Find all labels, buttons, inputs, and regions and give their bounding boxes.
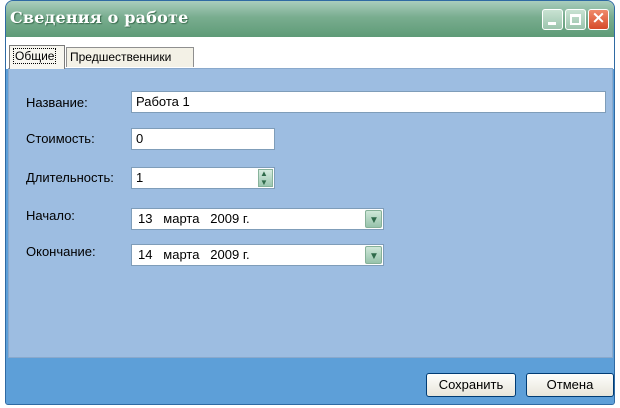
chevron-down-icon[interactable]: ▼ (365, 210, 382, 228)
duration-label: Длительность: (26, 170, 114, 185)
title-bar[interactable]: Сведения о работе × (6, 1, 614, 38)
cancel-button[interactable]: Отмена (526, 373, 614, 397)
dialog-footer (6, 358, 614, 404)
chevron-down-icon[interactable]: ▼ (365, 246, 382, 264)
close-icon: × (591, 8, 606, 28)
duration-stepper[interactable]: 1 ▲ ▼ (131, 167, 275, 189)
tab-predecessors-label: Предшественники (70, 50, 172, 64)
cost-input[interactable]: 0 (131, 128, 275, 150)
save-button[interactable]: Сохранить (426, 373, 516, 397)
name-label: Название: (26, 95, 88, 110)
tab-general[interactable]: Общие (9, 45, 65, 69)
tab-general-label: Общие (13, 48, 57, 64)
start-date-picker[interactable]: 13 марта 2009 г. ▼ (131, 208, 384, 230)
maximize-button[interactable] (565, 9, 586, 30)
end-date-value: 14 марта 2009 г. (138, 247, 250, 262)
duration-value: 1 (136, 170, 144, 185)
window-title: Сведения о работе (10, 8, 189, 27)
minimize-button[interactable] (542, 9, 563, 30)
maximize-icon (570, 14, 581, 25)
close-button[interactable]: × (588, 8, 609, 30)
tab-strip: Общие Предшественники (6, 37, 614, 69)
cost-label: Стоимость: (26, 131, 95, 146)
name-input[interactable]: Работа 1 (131, 91, 606, 113)
tab-predecessors[interactable]: Предшественники (66, 47, 194, 67)
minimize-icon (548, 22, 556, 25)
spin-updown-icon[interactable]: ▲ ▼ (258, 169, 273, 187)
end-date-picker[interactable]: 14 марта 2009 г. ▼ (131, 244, 384, 266)
start-date-value: 13 марта 2009 г. (138, 211, 250, 226)
end-label: Окончание: (26, 244, 96, 259)
start-label: Начало: (26, 208, 75, 223)
dialog-window: Сведения о работе × Общие Предшественник… (5, 0, 615, 405)
general-panel: Название: Работа 1 Стоимость: 0 Длительн… (8, 68, 613, 358)
